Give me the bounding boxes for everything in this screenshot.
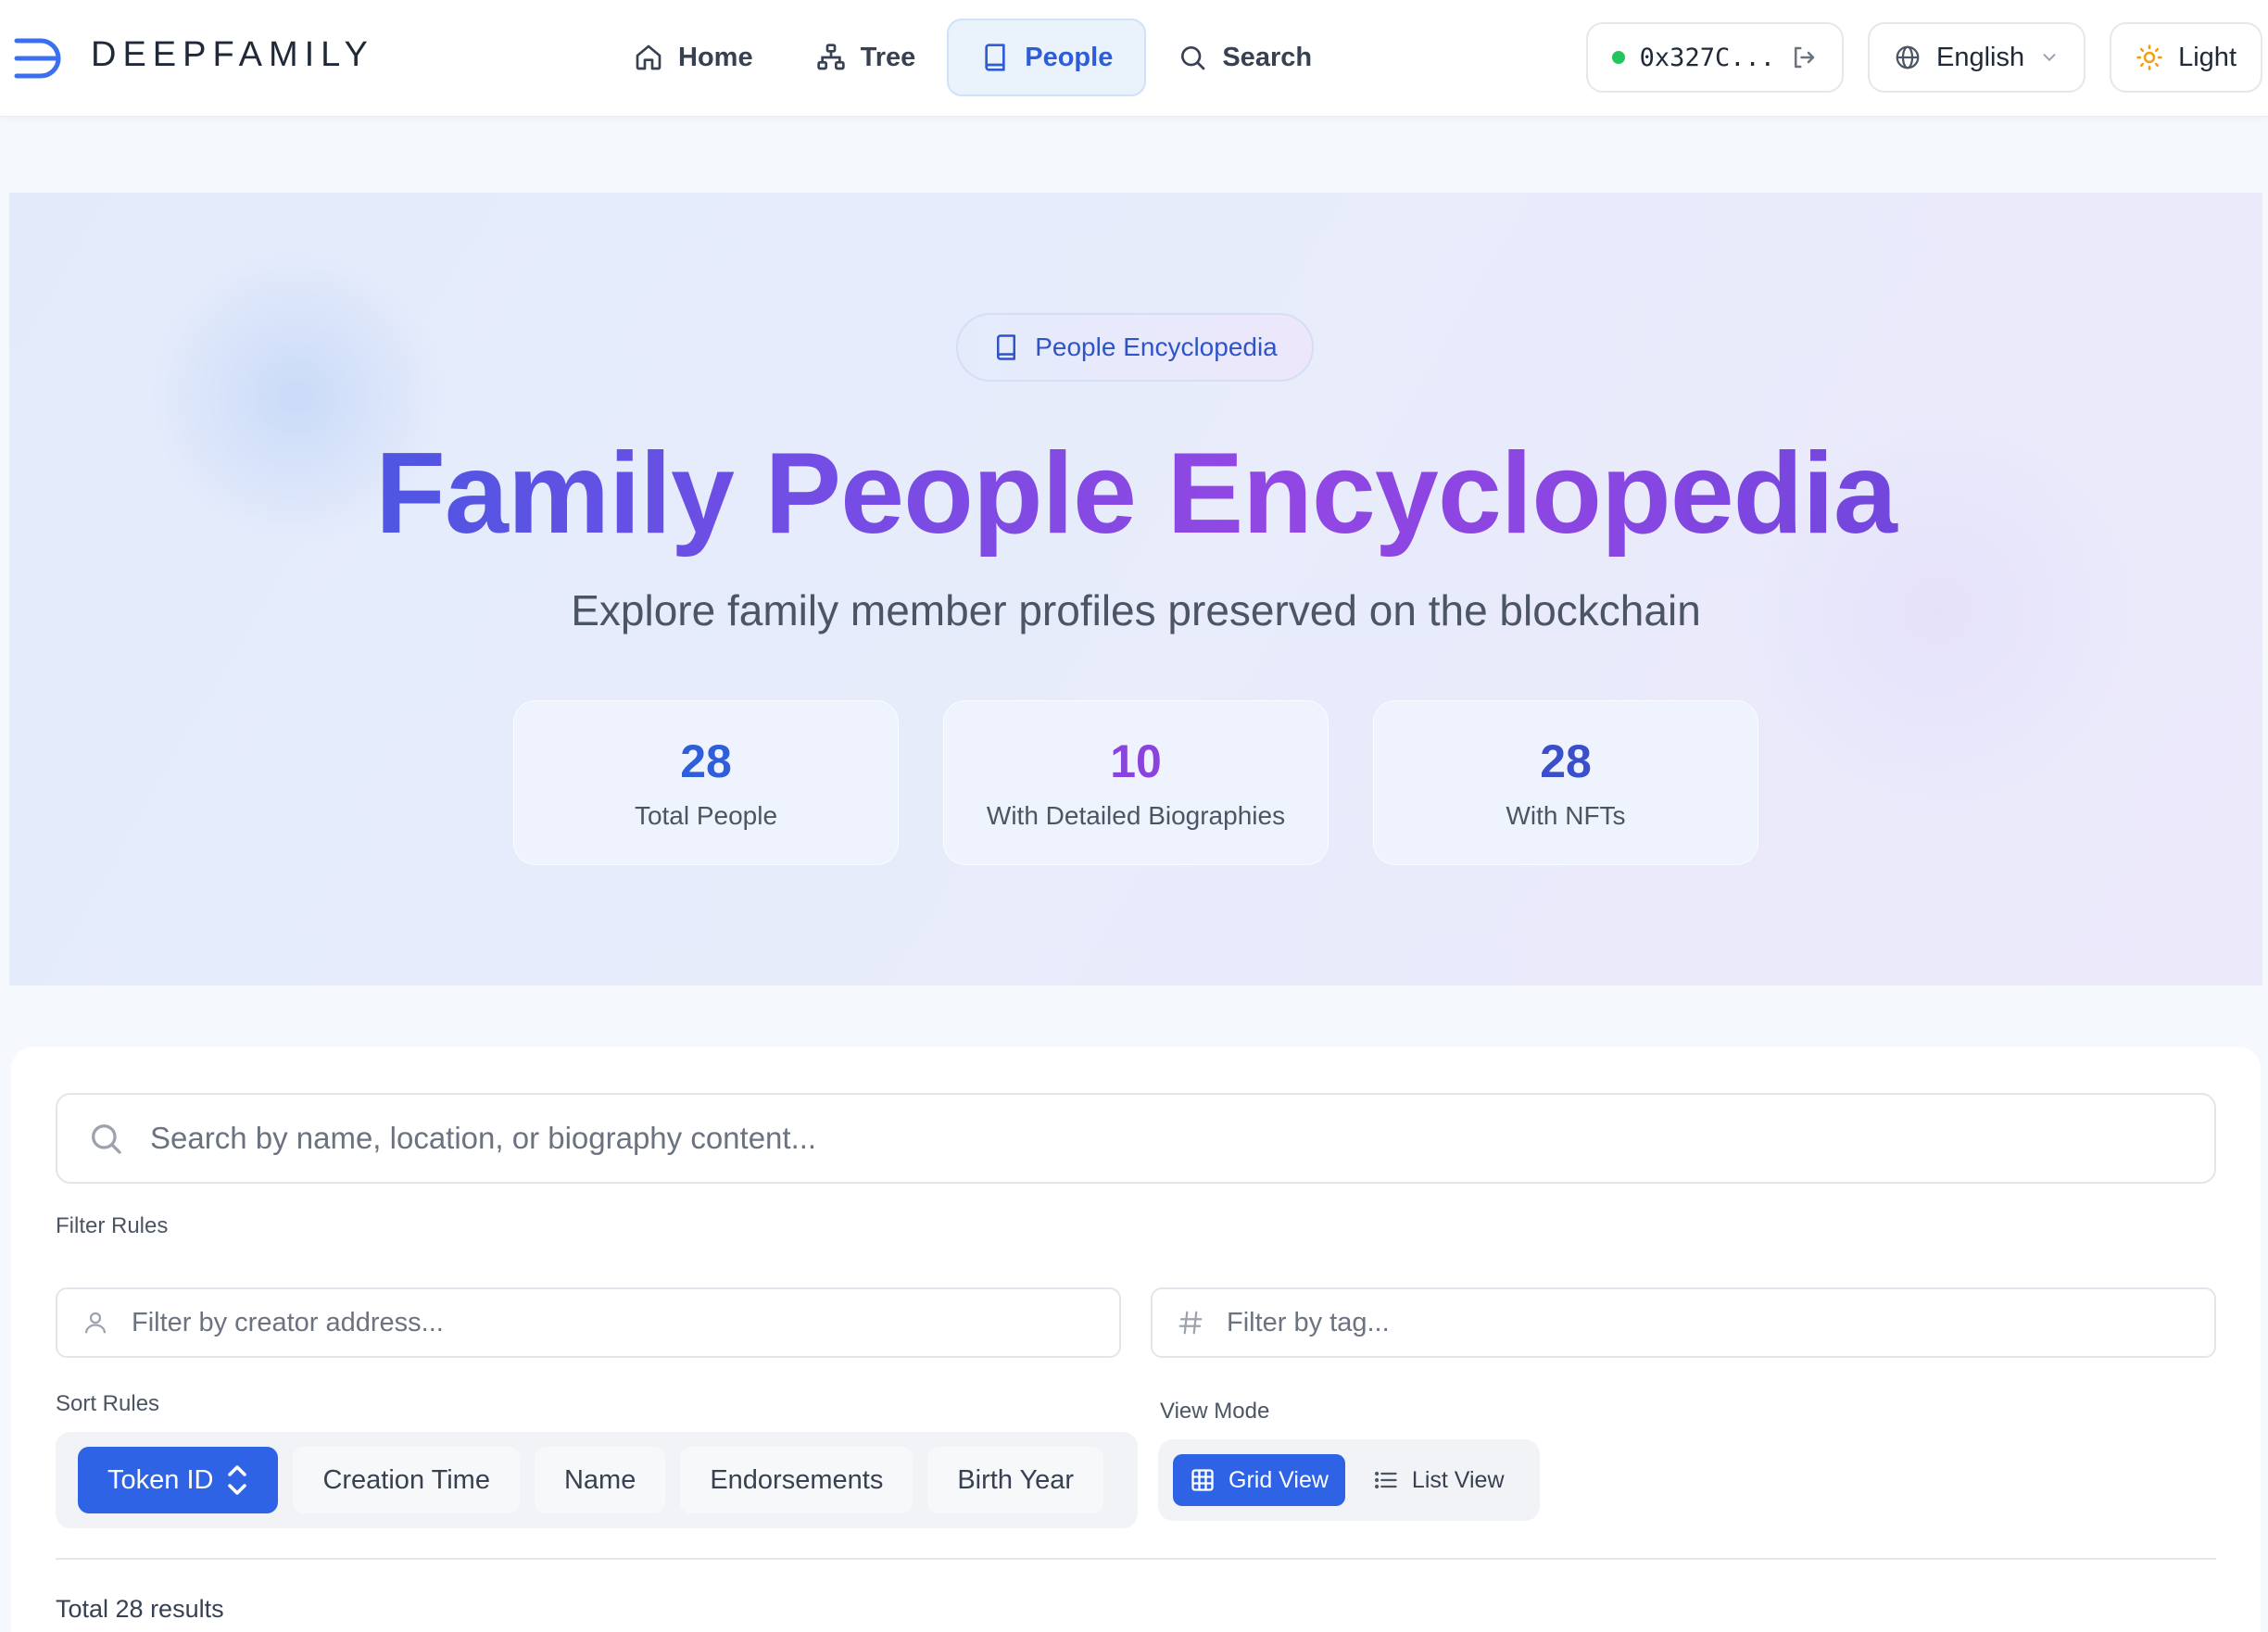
creator-filter [56, 1287, 1121, 1358]
sort-option-label: Name [563, 1464, 636, 1495]
tag-input[interactable] [1227, 1307, 2161, 1338]
grid-view-button[interactable]: Grid View [1173, 1454, 1345, 1506]
nav-people[interactable]: People [947, 19, 1147, 96]
stat-card-total-people: 28 Total People [513, 700, 899, 865]
connected-status-dot [1611, 51, 1625, 64]
stat-card-nfts: 28 With NFTs [1373, 700, 1758, 865]
tree-icon [816, 44, 845, 70]
language-label: English [1935, 42, 2025, 72]
page-title: Family People Encyclopedia [9, 424, 2262, 563]
search-box [56, 1093, 2216, 1184]
nav-search-label: Search [1222, 42, 1313, 72]
list-icon [1374, 1471, 1397, 1489]
list-view-label: List View [1411, 1466, 1505, 1493]
stat-card-biographies: 10 With Detailed Biographies [943, 700, 1329, 865]
sun-icon [2136, 44, 2162, 70]
stat-label: With Detailed Biographies [986, 801, 1286, 830]
nav-people-label: People [1025, 42, 1114, 72]
book-icon [985, 44, 1005, 71]
filter-rules-label: Filter Rules [56, 1213, 169, 1238]
header-controls: 0x327C... English Light [1585, 22, 2262, 93]
sort-option-label: Creation Time [322, 1464, 490, 1495]
stat-value: 28 [1540, 735, 1592, 787]
top-navbar: DEEPFAMILY Home Tree People Search 0x327… [0, 0, 2268, 117]
creator-address-input[interactable] [132, 1307, 1065, 1338]
logo-icon [14, 38, 61, 79]
search-icon [92, 1124, 121, 1154]
list-view-button[interactable]: List View [1356, 1454, 1521, 1506]
logo-text[interactable]: DEEPFAMILY [91, 35, 374, 75]
sort-direction-icon [228, 1465, 247, 1495]
main-nav: Home Tree People Search [602, 19, 1343, 96]
hash-icon [1178, 1311, 1203, 1335]
wallet-address: 0x327C... [1639, 43, 1775, 72]
search-input[interactable] [150, 1121, 2065, 1156]
sort-option-label: Token ID [107, 1464, 214, 1495]
sort-birth-year-button[interactable]: Birth Year [927, 1447, 1104, 1513]
tag-filter [1151, 1287, 2216, 1358]
divider [56, 1558, 2216, 1560]
stats-row: 28 Total People 10 With Detailed Biograp… [513, 700, 1758, 865]
deepfamily-logo[interactable] [13, 35, 65, 82]
wallet-button[interactable]: 0x327C... [1585, 22, 1844, 93]
search-filter-panel: Filter Rules Sort Rules View Mode Token … [11, 1047, 2261, 1632]
sort-name-button[interactable]: Name [534, 1447, 666, 1513]
stat-label: Total People [634, 801, 778, 830]
search-icon [1181, 46, 1205, 70]
sort-token-id-button[interactable]: Token ID [78, 1447, 279, 1513]
view-mode-toggle: Grid View List View [1158, 1439, 1540, 1521]
hero-badge: People Encyclopedia [956, 313, 1314, 382]
stat-label: With NFTs [1506, 801, 1626, 830]
stat-value: 28 [680, 735, 732, 787]
stat-value: 10 [1110, 735, 1162, 787]
nav-tree-label: Tree [860, 42, 916, 72]
hero-badge-label: People Encyclopedia [1035, 333, 1278, 361]
sort-options: Token ID Creation Time Name Endorsements… [56, 1432, 1138, 1528]
user-icon [84, 1312, 107, 1334]
theme-toggle[interactable]: Light [2110, 22, 2262, 93]
chevron-down-icon [2043, 54, 2056, 62]
sort-option-label: Endorsements [710, 1464, 884, 1495]
nav-search[interactable]: Search [1146, 19, 1343, 96]
book-icon [997, 334, 1016, 360]
theme-label: Light [2178, 42, 2236, 72]
results-count: Total 28 results [56, 1595, 224, 1623]
language-selector[interactable]: English [1867, 22, 2086, 93]
sort-rules-label: Sort Rules [56, 1391, 160, 1416]
home-icon [636, 44, 662, 70]
sort-option-label: Birth Year [957, 1464, 1075, 1495]
grid-icon [1191, 1469, 1214, 1491]
hero-section: People Encyclopedia Family People Encycl… [9, 193, 2262, 985]
nav-tree[interactable]: Tree [785, 19, 948, 96]
nav-home-label: Home [678, 42, 753, 72]
logout-icon[interactable] [1790, 44, 1818, 71]
grid-view-label: Grid View [1228, 1466, 1329, 1493]
globe-icon [1896, 45, 1920, 69]
page-subtitle: Explore family member profiles preserved… [571, 586, 1701, 634]
nav-home[interactable]: Home [602, 19, 785, 96]
view-mode-label: View Mode [1160, 1399, 1270, 1424]
sort-creation-time-button[interactable]: Creation Time [293, 1447, 520, 1513]
sort-endorsements-button[interactable]: Endorsements [680, 1447, 914, 1513]
